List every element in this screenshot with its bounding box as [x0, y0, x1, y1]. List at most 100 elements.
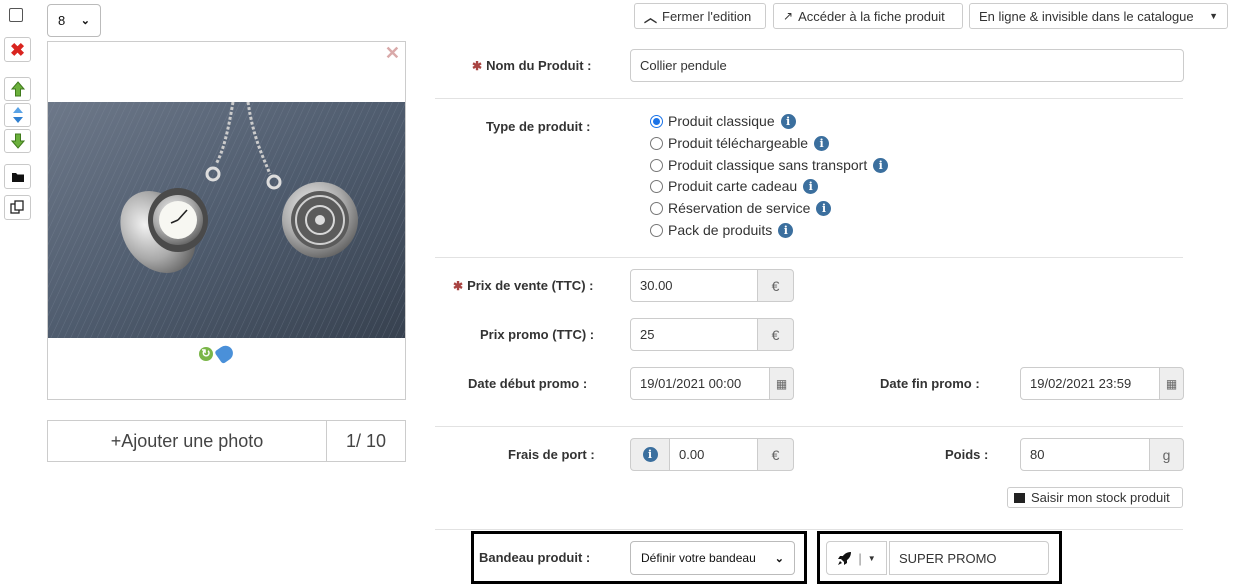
type-label-gift-card: Produit carte cadeau — [668, 178, 798, 194]
arrow-up-icon — [10, 81, 25, 97]
radio-pack[interactable] — [650, 223, 663, 237]
stock-button-label: Saisir mon stock produit — [1031, 490, 1170, 505]
type-option-no-shipping[interactable]: Produit classique sans transport i — [650, 157, 889, 173]
type-label-pack: Pack de produits — [668, 222, 773, 238]
close-edit-button[interactable]: ︿ Fermer l'edition — [634, 3, 766, 29]
shipping-label: Frais de port : — [508, 447, 595, 462]
visibility-dropdown[interactable]: En ligne & invisible dans le catalogue ▼ — [969, 3, 1228, 29]
type-label-service: Réservation de service — [668, 200, 811, 216]
info-icon[interactable]: i — [803, 178, 819, 194]
type-option-gift-card[interactable]: Produit carte cadeau i — [650, 178, 819, 194]
banner-select[interactable]: Définir votre bandeau ⌄ — [630, 541, 795, 575]
currency-label: € — [771, 277, 780, 294]
currency-label: € — [771, 446, 780, 463]
banner-select-value: Définir votre bandeau — [641, 551, 756, 565]
type-option-download[interactable]: Produit téléchargeable i — [650, 135, 830, 151]
calendar-button[interactable]: ▦ — [1159, 367, 1184, 400]
promo-end-value: 19/02/2021 23:59 — [1030, 376, 1132, 391]
arrow-updown-icon — [12, 107, 23, 123]
name-input[interactable]: Collier pendule — [630, 49, 1184, 82]
photo-panel: ✕ ↻ — [47, 41, 406, 400]
promo-label: Prix promo (TTC) : — [480, 327, 595, 342]
radio-classic[interactable] — [650, 114, 663, 128]
move-down-button[interactable] — [4, 129, 31, 153]
visibility-label: En ligne & invisible dans le catalogue — [979, 8, 1194, 24]
chevron-up-icon: ︿ — [644, 9, 658, 25]
weight-input[interactable]: 80 — [1020, 438, 1150, 471]
chevron-down-icon: ⌄ — [774, 552, 784, 565]
product-page-label: Accéder à la fiche produit — [798, 8, 945, 24]
radio-gift-card[interactable] — [650, 179, 663, 193]
move-up-button[interactable] — [4, 77, 31, 101]
required-icon: ✱ — [453, 279, 464, 293]
radio-download[interactable] — [650, 136, 663, 150]
add-photo-label: +Ajouter une photo — [110, 430, 264, 451]
delete-button[interactable]: ✖ — [4, 37, 31, 62]
weight-label: Poids : — [945, 447, 989, 462]
divider — [435, 529, 1183, 530]
currency-label: € — [771, 326, 780, 343]
promo-start-value: 19/01/2021 00:00 — [640, 376, 742, 391]
promo-start-input[interactable]: 19/01/2021 00:00 — [630, 367, 770, 400]
separator: | — [858, 550, 862, 566]
type-label: Type de produit : — [486, 119, 591, 134]
promo-input[interactable]: 25 — [630, 318, 758, 351]
info-icon[interactable]: i — [778, 222, 794, 238]
select-checkbox[interactable] — [9, 8, 23, 22]
price-value: 30.00 — [640, 278, 673, 293]
caret-down-icon: ▼ — [1209, 11, 1218, 21]
shipping-input[interactable]: 0.00 — [669, 438, 758, 471]
info-icon[interactable]: i — [814, 135, 830, 151]
promo-start-label: Date début promo : — [468, 376, 588, 391]
info-icon: i — [642, 447, 658, 462]
folder-button[interactable] — [4, 164, 31, 189]
info-icon[interactable]: i — [873, 157, 889, 173]
rocket-icon — [838, 551, 852, 565]
radio-service[interactable] — [650, 201, 663, 215]
duplicate-button[interactable] — [4, 195, 31, 220]
shipping-info-button[interactable]: i — [630, 438, 670, 471]
folder-icon — [11, 172, 24, 182]
stock-button[interactable]: Saisir mon stock produit — [1007, 487, 1183, 508]
banner-label: Bandeau produit : — [479, 550, 591, 565]
duplicate-icon — [10, 200, 24, 214]
delete-icon: ✖ — [9, 39, 26, 60]
product-photo — [48, 102, 405, 338]
rotate-icon[interactable]: ↻ — [199, 347, 213, 361]
add-photo-button[interactable]: +Ajouter une photo — [48, 421, 326, 461]
chevron-down-icon: ⌄ — [80, 15, 90, 27]
banner-icon-button[interactable]: | ▼ — [826, 541, 887, 575]
radio-no-shipping[interactable] — [650, 158, 663, 172]
archive-icon — [1014, 492, 1025, 503]
type-label-download: Produit téléchargeable — [668, 135, 809, 151]
divider — [435, 98, 1183, 99]
calendar-button[interactable]: ▦ — [769, 367, 794, 400]
price-input[interactable]: 30.00 — [630, 269, 758, 302]
photo-count-label: 1/ 10 — [345, 430, 387, 451]
weight-unit: g — [1162, 446, 1171, 463]
remove-photo-icon[interactable]: ✕ — [385, 43, 400, 64]
promo-end-input[interactable]: 19/02/2021 23:59 — [1020, 367, 1160, 400]
tag-icon[interactable] — [214, 342, 236, 365]
calendar-icon: ▦ — [1165, 376, 1178, 391]
divider — [435, 426, 1183, 427]
quantity-value: 8 — [58, 13, 66, 28]
product-page-button[interactable]: ↗ Accéder à la fiche produit — [773, 3, 963, 29]
caret-down-icon: ▼ — [867, 553, 876, 563]
banner-text-input[interactable]: SUPER PROMO — [889, 541, 1049, 575]
type-label-no-shipping: Produit classique sans transport — [668, 157, 868, 173]
promo-value: 25 — [640, 327, 655, 342]
required-icon: ✱ — [472, 59, 483, 73]
info-icon[interactable]: i — [780, 113, 796, 129]
quantity-select[interactable]: 8 ⌄ — [47, 4, 101, 37]
type-option-classic[interactable]: Produit classique i — [650, 113, 796, 129]
move-button[interactable] — [4, 103, 31, 127]
weight-value: 80 — [1030, 447, 1045, 462]
type-option-pack[interactable]: Pack de produits i — [650, 222, 794, 238]
type-option-service[interactable]: Réservation de service i — [650, 200, 832, 216]
shipping-value: 0.00 — [679, 447, 705, 462]
add-photo-bar: +Ajouter une photo 1/ 10 — [47, 420, 406, 462]
promo-end-label: Date fin promo : — [880, 376, 980, 391]
weight-unit-addon: g — [1149, 438, 1184, 471]
info-icon[interactable]: i — [816, 200, 832, 216]
